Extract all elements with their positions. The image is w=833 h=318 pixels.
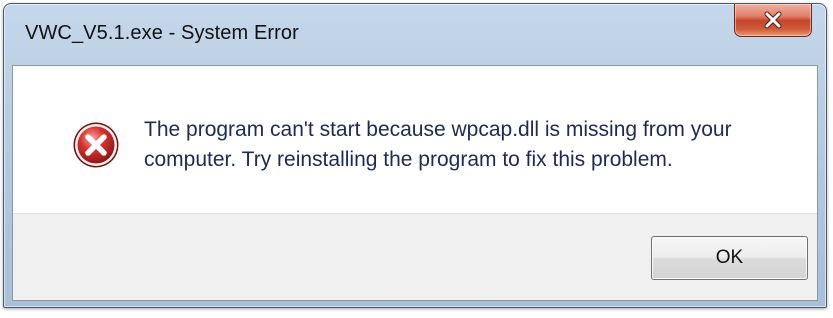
close-icon (735, 9, 811, 38)
message-line-2: computer. Try reinstalling the program t… (144, 148, 673, 171)
message-area: The program can't start because wpcap.dl… (13, 66, 817, 216)
close-button[interactable] (734, 4, 812, 37)
button-bar: OK (13, 213, 817, 300)
window-title: VWC_V5.1.exe - System Error (25, 22, 299, 44)
title-bar[interactable]: VWC_V5.1.exe - System Error (4, 4, 826, 64)
dialog-client-area: The program can't start because wpcap.dl… (12, 65, 818, 301)
dialog-window: VWC_V5.1.exe - System Error The program … (3, 3, 827, 308)
ok-focus-rect (655, 240, 804, 276)
ok-button[interactable]: OK (651, 236, 808, 280)
error-icon (72, 121, 120, 169)
message-line-1: The program can't start because wpcap.dl… (144, 118, 732, 141)
error-message: The program can't start because wpcap.dl… (144, 115, 804, 175)
